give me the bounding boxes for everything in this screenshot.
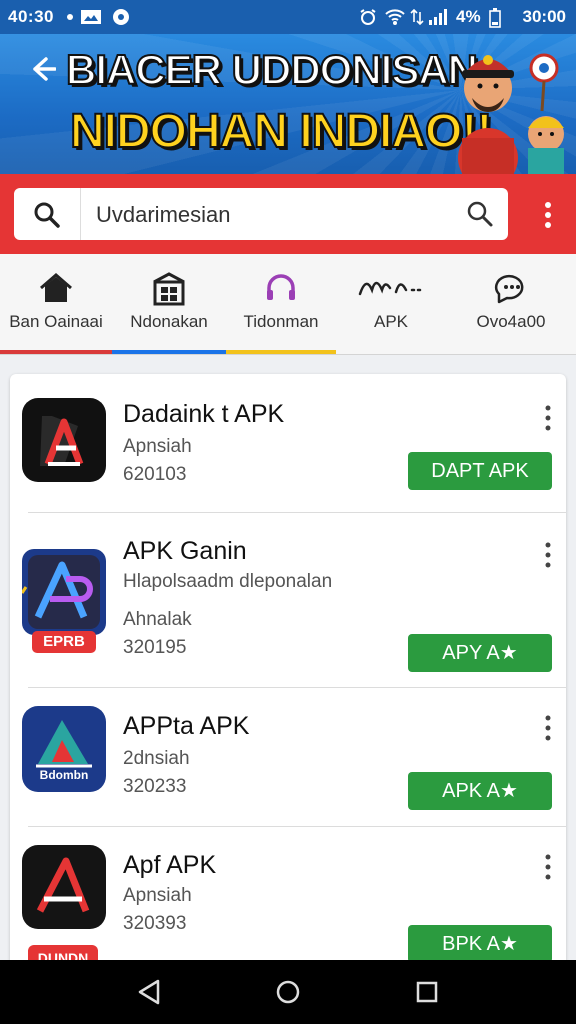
wifi-icon <box>384 8 406 31</box>
back-button[interactable] <box>26 54 57 84</box>
recents-square-icon <box>416 981 438 1003</box>
kebab-menu-icon <box>545 542 551 568</box>
app-name: APPta APK <box>123 712 250 740</box>
app-downloads: 320393 <box>123 913 187 934</box>
list-item[interactable]: DUNDN Apf APK Apnsiah 320393 BPK A★ <box>10 827 566 974</box>
data-arrows-icon <box>410 8 424 31</box>
battery-icon <box>488 8 502 33</box>
chat-icon <box>494 274 524 304</box>
tab-label: Ban Oainaai <box>9 312 103 331</box>
search-icon <box>34 202 60 228</box>
status-clock: 30:00 <box>522 7 566 26</box>
tab-indicator <box>112 350 226 354</box>
item-menu-button[interactable] <box>540 853 556 881</box>
app-downloads: 320195 <box>123 637 187 658</box>
app-name: Dadaink t APK <box>123 400 285 428</box>
app-list: Dadaink t APK Apnsiah 620103 DAPT APK EP… <box>10 374 566 974</box>
store-icon <box>153 272 185 306</box>
download-button[interactable]: BPK A★ <box>408 925 552 963</box>
app-name: APK Ganin <box>123 537 247 565</box>
app-meta: 2dnsiah <box>123 748 190 769</box>
item-menu-button[interactable] <box>540 714 556 742</box>
download-button[interactable]: APY A★ <box>408 634 552 672</box>
search-button[interactable] <box>14 188 81 240</box>
search-bar-area <box>0 174 576 254</box>
tab-indicator <box>0 350 112 354</box>
app-icon <box>22 845 106 929</box>
list-item[interactable]: EPRB APK Ganin Hlapolsaadm dleponalan Ah… <box>10 513 566 687</box>
image-notification-icon <box>80 8 102 31</box>
apk-icon <box>358 281 422 296</box>
app-meta: Ahnalak <box>123 609 192 630</box>
home-circle-icon <box>276 980 300 1004</box>
kebab-menu-icon <box>545 715 551 741</box>
tab-label: APK <box>373 312 409 331</box>
search-icon <box>467 201 493 227</box>
system-navigation-bar <box>0 960 576 1024</box>
search-submit-button[interactable] <box>466 200 494 233</box>
kebab-menu-icon <box>545 202 551 228</box>
home-icon <box>40 273 72 302</box>
nav-recents-button[interactable] <box>414 978 440 1011</box>
mascot-illustration <box>448 38 576 174</box>
app-icon <box>22 398 106 482</box>
notification-dot-icon <box>66 8 74 31</box>
headset-icon <box>267 274 295 300</box>
banner-title-line1: BIACER UDDONISAN <box>65 45 479 94</box>
app-meta: Apnsiah <box>123 436 192 457</box>
nav-back-button[interactable] <box>136 978 162 1011</box>
search-input[interactable] <box>94 196 468 234</box>
category-tabs: Ban Oainaai Ndonakan Tidonman APK Ovo4a0… <box>0 254 576 355</box>
app-downloads: 320233 <box>123 776 187 797</box>
alarm-icon <box>358 8 378 31</box>
kebab-menu-icon <box>545 854 551 880</box>
tab-home[interactable]: Ban Oainaai <box>0 254 112 354</box>
back-arrow-icon <box>33 57 57 81</box>
tab-support[interactable]: Tidonman <box>226 254 336 354</box>
app-icon-text: Bdombn <box>39 768 89 782</box>
status-bar: 40:30 4% 30:00 <box>0 0 576 34</box>
overflow-menu-button[interactable] <box>536 200 560 230</box>
search-box <box>14 188 508 240</box>
item-menu-button[interactable] <box>540 404 556 432</box>
status-time-left: 40:30 <box>8 7 54 26</box>
tab-label: Ovo4a00 <box>476 312 546 331</box>
app-badge: EPRB <box>32 631 96 653</box>
download-button[interactable]: APK A★ <box>408 772 552 810</box>
signal-icon <box>428 8 448 31</box>
chat-notification-icon <box>112 8 130 31</box>
app-description: Hlapolsaadm dleponalan <box>123 571 333 592</box>
app-meta: Apnsiah <box>123 885 192 906</box>
battery-percent: 4% <box>456 7 481 26</box>
app-name: Apf APK <box>123 851 217 879</box>
app-icon: EPRB <box>22 547 106 655</box>
list-item[interactable]: Bdombn APPta APK 2dnsiah 320233 APK A★ <box>10 688 566 826</box>
download-button[interactable]: DAPT APK <box>408 452 552 490</box>
app-downloads: 620103 <box>123 464 187 485</box>
tab-chat[interactable]: Ovo4a00 <box>446 254 576 354</box>
list-item[interactable]: Dadaink t APK Apnsiah 620103 DAPT APK <box>10 374 566 512</box>
item-menu-button[interactable] <box>540 541 556 569</box>
tab-indicator <box>226 350 336 354</box>
nav-home-button[interactable] <box>275 978 301 1011</box>
tab-store[interactable]: Ndonakan <box>112 254 226 354</box>
tab-apk[interactable]: APK <box>336 254 446 354</box>
kebab-menu-icon <box>545 405 551 431</box>
back-triangle-icon <box>138 979 160 1005</box>
header-banner: BIACER UDDONISAN NIDOHAN INDIAO!! <box>0 34 576 174</box>
tab-label: Tidonman <box>243 312 319 331</box>
banner-title-line2: NIDOHAN INDIAO!! <box>69 104 493 159</box>
app-icon: Bdombn <box>22 706 106 792</box>
tab-label: Ndonakan <box>130 312 208 331</box>
